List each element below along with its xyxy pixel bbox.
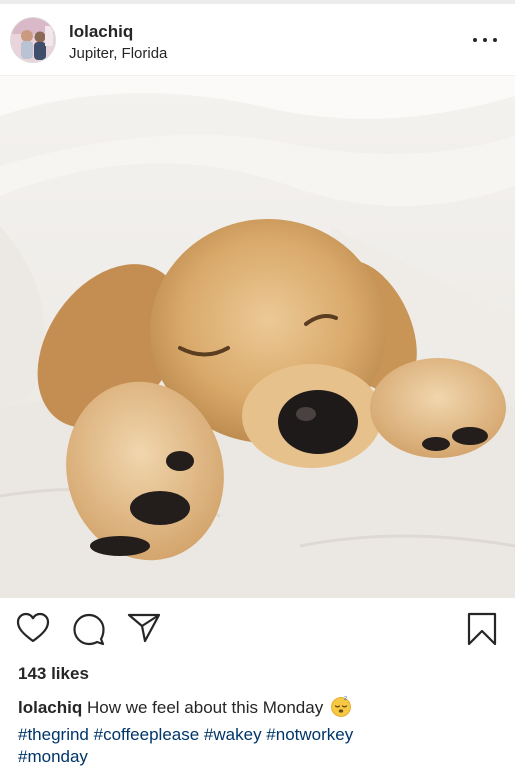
caption-username[interactable]: lolachiq [18, 698, 82, 717]
post-frame: lolachiq Jupiter, Florida 143 likes lola… [0, 0, 515, 774]
paper-plane-icon[interactable] [127, 612, 161, 649]
hashtag[interactable]: #monday [18, 747, 88, 766]
hashtag[interactable]: #coffeeplease [94, 725, 200, 744]
more-options-icon[interactable] [473, 32, 497, 48]
bookmark-icon[interactable] [467, 612, 497, 651]
post-header: lolachiq Jupiter, Florida [0, 4, 515, 76]
post-username[interactable]: lolachiq [69, 22, 133, 42]
post-photo[interactable] [0, 76, 515, 598]
post-location[interactable]: Jupiter, Florida [69, 45, 167, 62]
hashtag[interactable]: #notworkey [266, 725, 353, 744]
avatar[interactable] [11, 18, 55, 62]
likes-count[interactable]: 143 likes [18, 664, 89, 684]
sleeping-face-emoji: z [330, 695, 352, 724]
comment-icon[interactable] [72, 612, 106, 651]
hashtag[interactable]: #thegrind [18, 725, 89, 744]
svg-text:z: z [344, 695, 347, 702]
post-caption: lolachiq How we feel about this Monday z… [18, 695, 498, 769]
heart-icon[interactable] [16, 612, 50, 649]
caption-text: How we feel about this Monday [86, 698, 324, 717]
post-actions [0, 612, 515, 648]
hashtag[interactable]: #wakey [204, 725, 262, 744]
